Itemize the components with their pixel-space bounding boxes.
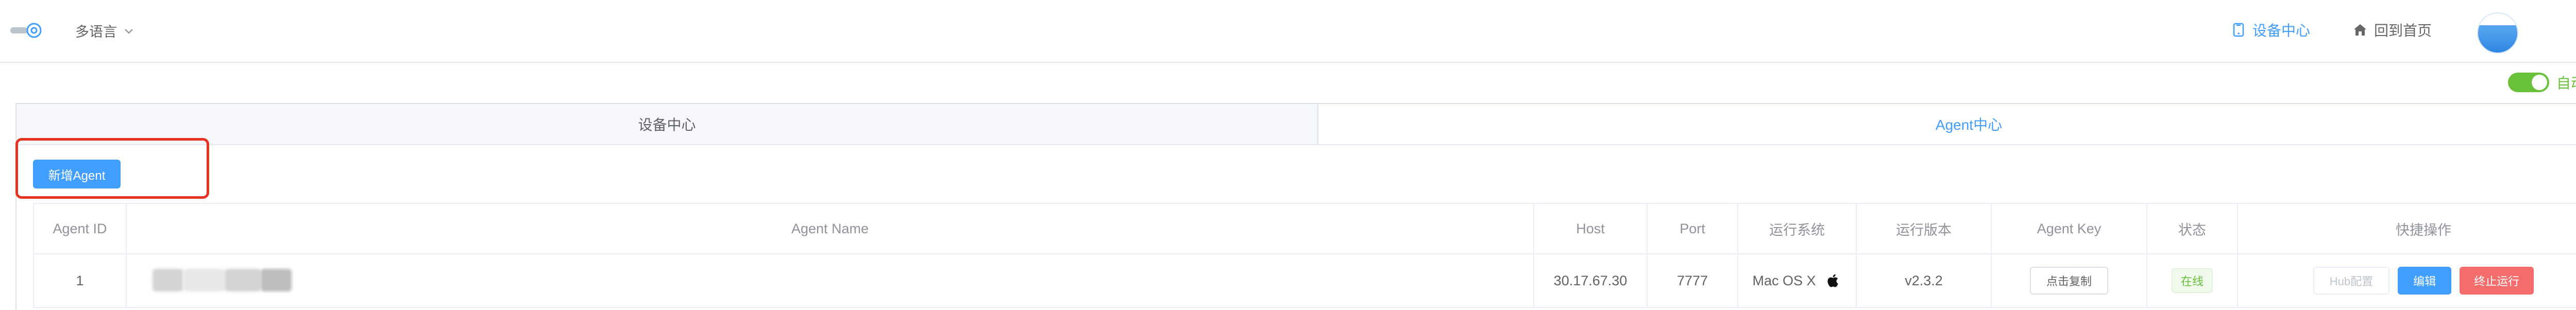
user-avatar[interactable] [2477, 12, 2518, 54]
device-icon [2233, 23, 2244, 37]
agent-id-cell: 1 [34, 254, 127, 308]
agent-name-cell [127, 254, 1534, 308]
blurred-name [152, 269, 292, 291]
actions-cell: Hub配置 编辑 终止运行 [2238, 254, 2576, 308]
edit-button[interactable]: 编辑 [2398, 267, 2452, 295]
column-header: Agent ID [34, 204, 127, 254]
home-icon [2354, 24, 2366, 36]
os-cell: Mac OS X [1738, 254, 1857, 308]
nav-home[interactable]: 回到首页 [2352, 20, 2432, 40]
top-header: 多语言 设备中心 回到首页 [0, 0, 2576, 63]
status-badge: 在线 [2171, 268, 2213, 293]
apple-icon [1827, 274, 1838, 287]
copy-key-button[interactable]: 点击复制 [2029, 267, 2108, 295]
version-cell: v2.3.2 [1857, 254, 1992, 308]
host-cell: 30.17.67.30 [1534, 254, 1648, 308]
nav-device-center[interactable]: 设备中心 [2231, 20, 2310, 40]
hub-config-button[interactable]: Hub配置 [2313, 267, 2390, 295]
row-actions: Hub配置 编辑 终止运行 [2313, 267, 2534, 295]
column-header: Agent Key [1992, 204, 2147, 254]
os-label: Mac OS X [1752, 272, 1816, 288]
column-header: 快捷操作 [2238, 204, 2576, 254]
sidebar-toggle-icon[interactable] [10, 23, 45, 38]
add-agent-button[interactable]: 新增Agent [33, 160, 121, 188]
column-header: Agent Name [127, 204, 1534, 254]
auto-refresh-switch[interactable] [2507, 73, 2549, 92]
status-cell: 在线 [2147, 254, 2238, 308]
nav-device-center-label: 设备中心 [2252, 23, 2311, 39]
column-header: Host [1534, 204, 1648, 254]
nav-home-label: 回到首页 [2374, 23, 2432, 39]
chevron-down-icon [125, 28, 133, 34]
agent-key-cell: 点击复制 [1992, 254, 2147, 308]
auto-refresh: 自动刷新 [2507, 72, 2576, 93]
language-dropdown[interactable]: 多语言 [75, 21, 134, 41]
tab-device-center[interactable]: 设备中心 [16, 104, 1317, 144]
port-cell: 7777 [1648, 254, 1738, 308]
column-header: Port [1648, 204, 1738, 254]
tab-card: 设备中心 Agent中心 新增Agent Agent ID Agent Name… [15, 103, 2576, 310]
tab-bar: 设备中心 Agent中心 [16, 104, 2576, 145]
table-row: 1 30.17.67.30 7777 Mac OS X v2.3.2 点击复制 … [34, 254, 2576, 308]
language-label: 多语言 [75, 24, 117, 40]
agent-table: Agent ID Agent Name Host Port 运行系统 运行版本 … [33, 203, 2576, 308]
stop-running-button[interactable]: 终止运行 [2460, 267, 2534, 295]
os-info: Mac OS X [1752, 272, 1841, 289]
table-header-row: Agent ID Agent Name Host Port 运行系统 运行版本 … [34, 204, 2576, 254]
column-header: 状态 [2147, 204, 2238, 254]
tab-agent-center[interactable]: Agent中心 [1317, 104, 2576, 144]
column-header: 运行版本 [1857, 204, 1992, 254]
auto-refresh-label: 自动刷新 [2556, 75, 2576, 91]
column-header: 运行系统 [1738, 204, 1857, 254]
